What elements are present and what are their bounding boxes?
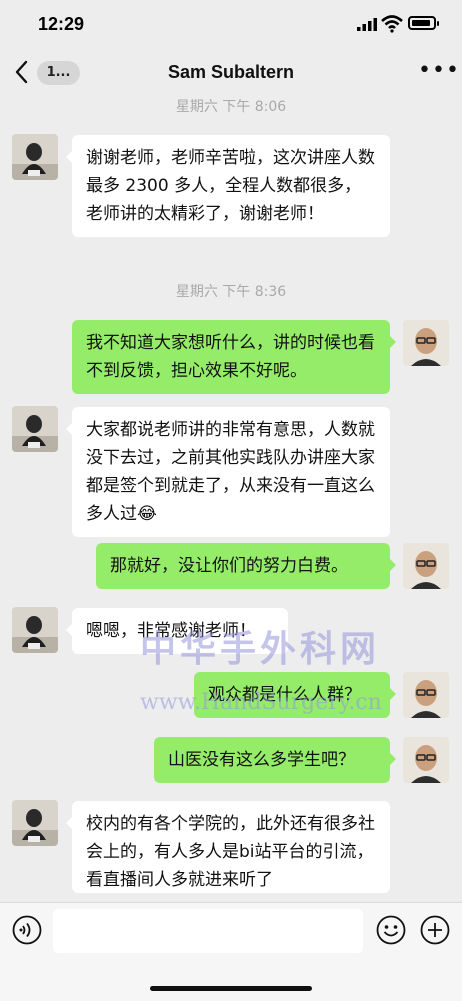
message-bubble-incoming[interactable]: 谢谢老师，老师辛苦啦，这次讲座人数最多 2300 多人，全程人数都很多，老师讲的… (66, 135, 390, 237)
input-bar (0, 902, 462, 1001)
avatar[interactable] (403, 320, 449, 366)
chat-header: 1... Sam Subaltern ••• (0, 48, 462, 98)
timestamp: 星期六 下午 8:06 (175, 99, 287, 115)
signal-icon (357, 18, 377, 31)
message-bubble-incoming[interactable]: 嗯嗯，非常感谢老师！ (66, 608, 288, 654)
home-indicator (150, 986, 312, 991)
plus-icon[interactable] (420, 915, 450, 945)
more-icon[interactable]: ••• (418, 58, 460, 83)
message-bubble-outgoing[interactable]: 那就好，没让你们的努力白费。 (96, 543, 396, 589)
voice-icon[interactable] (12, 915, 42, 945)
message-bubble-incoming[interactable]: 大家都说老师讲的非常有意思，人数就没下去过，之前其他实践队办讲座大家都是签个到就… (66, 407, 390, 537)
battery-tip (437, 21, 439, 26)
message-bubble-incoming[interactable]: 校内的有各个学院的，此外还有很多社会上的，有人多人是bi站平台的引流，看直播间人… (66, 801, 390, 893)
chat-title: Sam Subaltern (167, 62, 295, 82)
avatar[interactable] (403, 737, 449, 783)
message-bubble-outgoing[interactable]: 我不知道大家想听什么，讲的时候也看不到反馈，担心效果不好呢。 (72, 320, 396, 394)
emoji-icon[interactable] (376, 915, 406, 945)
avatar[interactable] (12, 607, 58, 653)
back-icon[interactable] (14, 60, 34, 86)
avatar[interactable] (12, 134, 58, 180)
message-bubble-outgoing[interactable]: 山医没有这么多学生吧？ (154, 737, 396, 783)
message-bubble-outgoing[interactable]: 观众都是什么人群？ (194, 672, 396, 718)
message-input[interactable] (53, 909, 363, 953)
battery-icon (408, 16, 436, 30)
avatar[interactable] (12, 406, 58, 452)
status-time: 12:29 (38, 14, 85, 34)
unread-count-badge[interactable]: 1... (37, 61, 80, 85)
timestamp: 星期六 下午 8:36 (175, 284, 287, 300)
wifi-icon (381, 15, 403, 33)
status-bar: 12:29 (0, 0, 462, 48)
avatar[interactable] (403, 543, 449, 589)
avatar[interactable] (12, 800, 58, 846)
avatar[interactable] (403, 672, 449, 718)
